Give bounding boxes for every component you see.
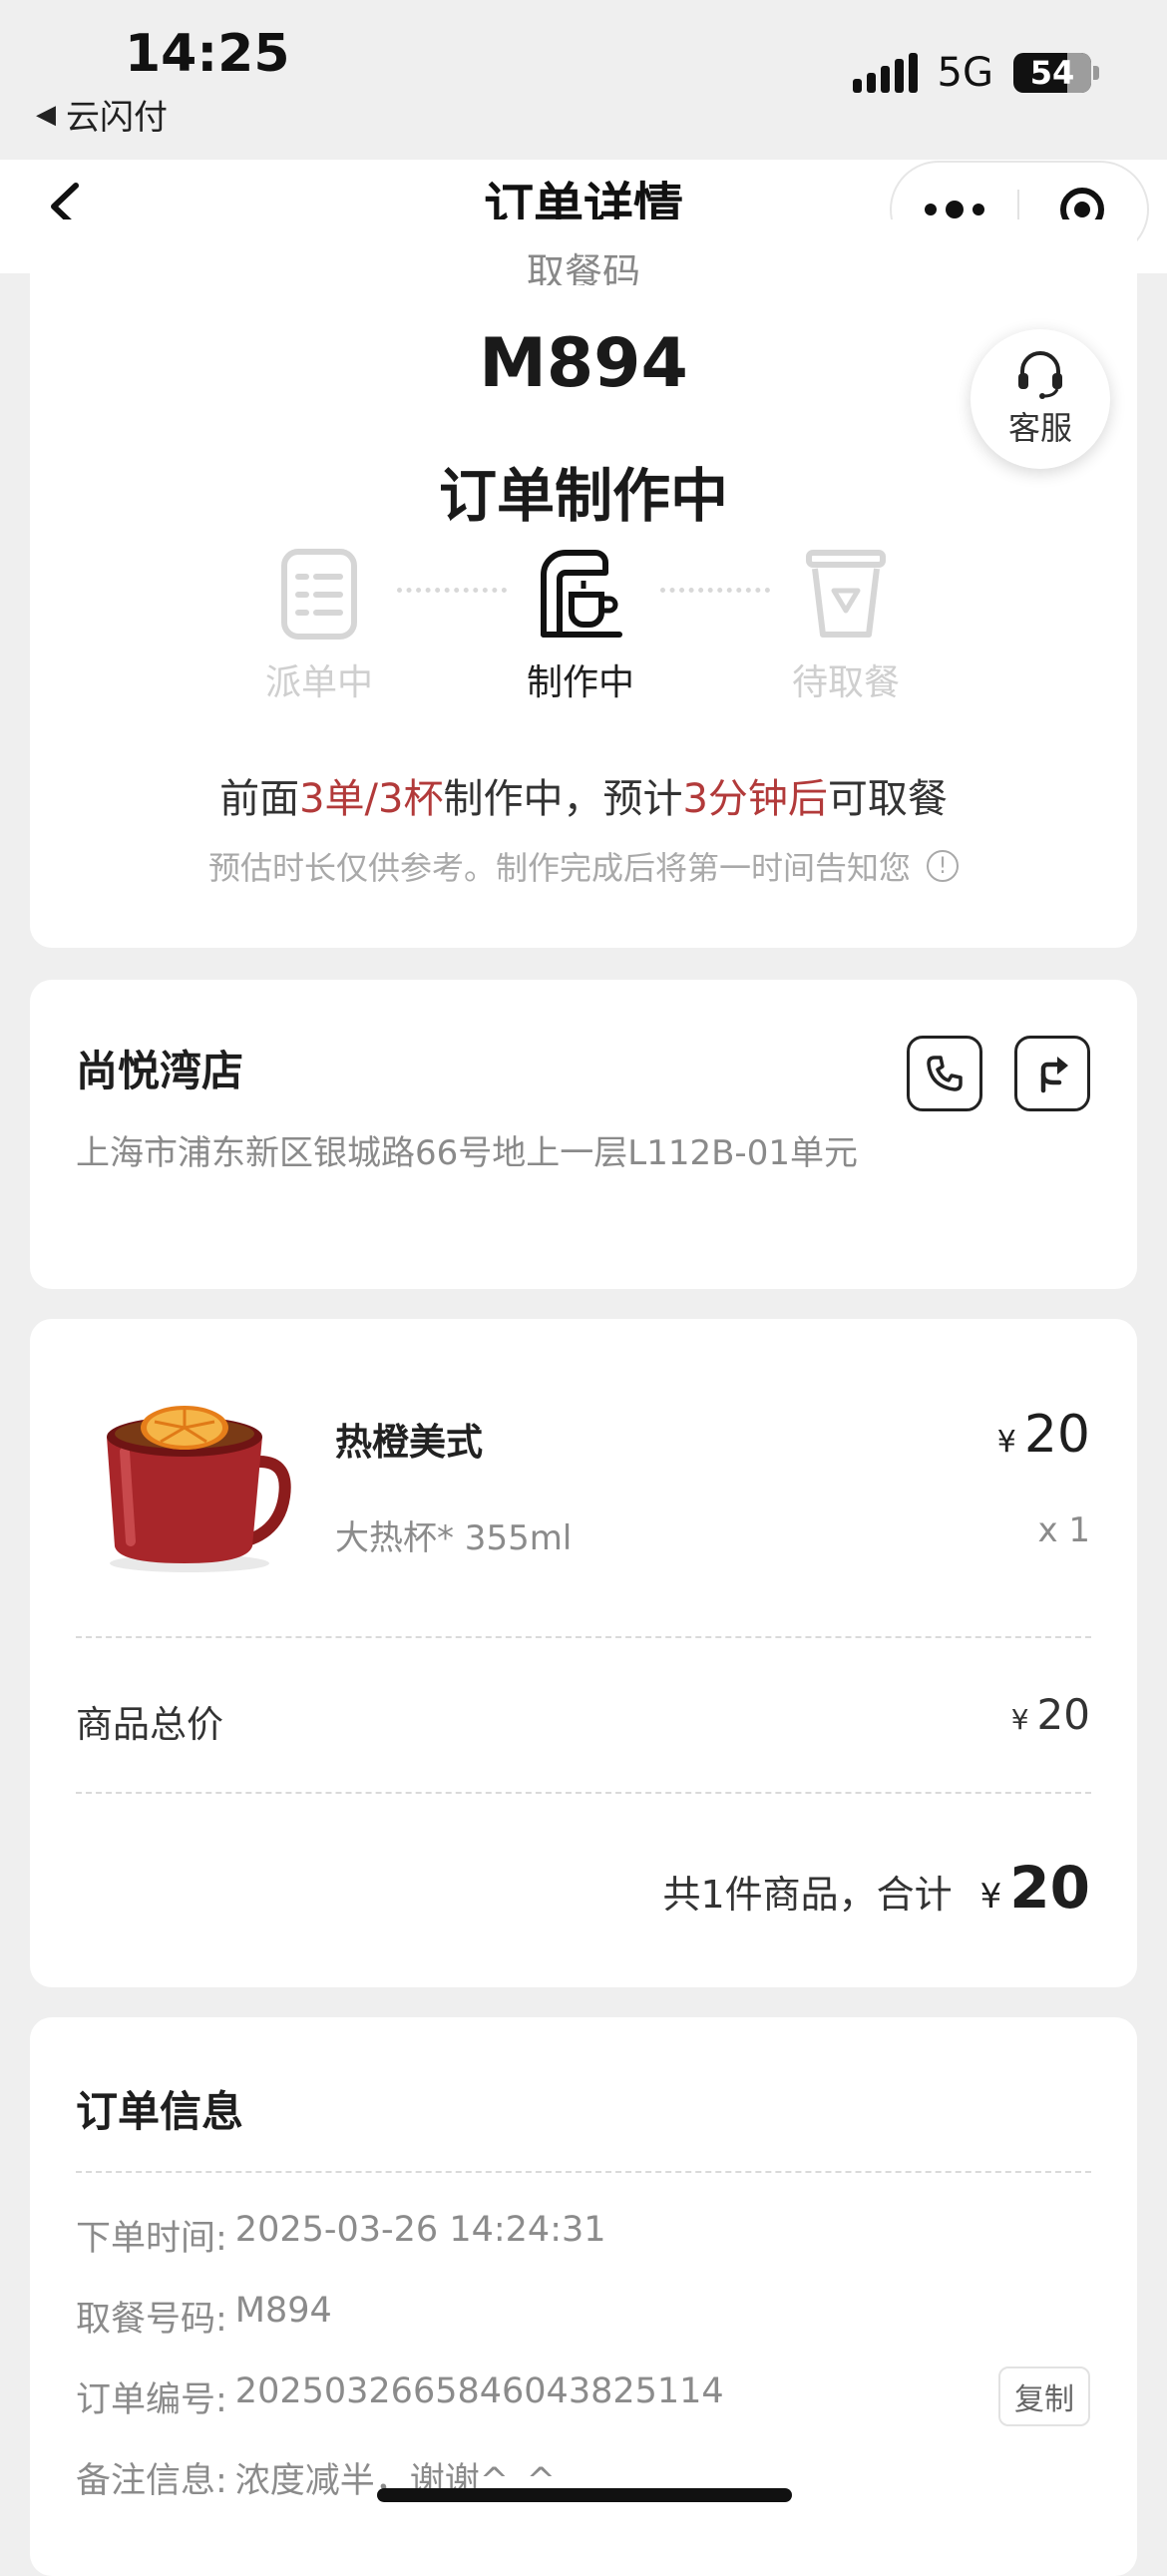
- store-address: 上海市浦东新区银城路66号地上一层L112B-01单元: [76, 1133, 858, 1173]
- total-label: 共1件商品，合计: [662, 1873, 953, 1917]
- currency-symbol: ¥: [996, 1425, 1016, 1460]
- pickup-number-label: 取餐号码:: [76, 2300, 227, 2340]
- divider: [76, 2171, 1091, 2173]
- call-store-button[interactable]: [907, 1036, 982, 1111]
- subtotal-amount: 20: [1036, 1690, 1090, 1739]
- progress-connector: [397, 588, 507, 593]
- step-label-ready: 待取餐: [791, 662, 900, 703]
- navigation-arrow-icon: [1040, 1057, 1068, 1093]
- battery-icon: 54: [1013, 53, 1091, 93]
- queue-count: 3单/3杯: [299, 776, 444, 822]
- product-price-value: 20: [1023, 1405, 1090, 1465]
- divider: [76, 1792, 1091, 1794]
- store-name: 尚悦湾店: [76, 1047, 244, 1095]
- product-name: 热橙美式: [335, 1421, 483, 1464]
- navigate-button[interactable]: [1014, 1036, 1090, 1111]
- order-time-row: 下单时间: 2025-03-26 14:24:31: [76, 2210, 606, 2261]
- wait-prefix: 前面: [219, 776, 300, 822]
- product-quantity: x 1: [1037, 1510, 1090, 1550]
- total-amount: 20: [1009, 1854, 1090, 1922]
- copy-order-number-button[interactable]: 复制: [998, 2366, 1090, 2426]
- subtotal-value: ¥20: [1011, 1690, 1090, 1739]
- pickup-cup-icon: [806, 550, 886, 638]
- subtotal-label: 商品总价: [76, 1703, 223, 1746]
- product-image: [107, 1406, 291, 1572]
- back-app-label: 云闪付: [66, 98, 168, 138]
- back-triangle-icon: ◀: [36, 99, 56, 130]
- headset-icon: [1018, 351, 1062, 399]
- estimate-hint: 预估时长仅供参考。制作完成后将第一时间告知您 !: [0, 843, 1167, 889]
- divider: [76, 1636, 1091, 1638]
- coffee-machine-icon: [541, 550, 622, 638]
- total-value: ¥20: [980, 1854, 1090, 1922]
- order-time-label: 下单时间:: [76, 2219, 227, 2259]
- product-spec: 大热杯* 355ml: [335, 1518, 573, 1558]
- network-label: 5G: [937, 50, 993, 96]
- progress-connector: [660, 588, 770, 593]
- order-state: 订单制作中: [438, 462, 728, 530]
- order-number-row: 订单编号: 2025032665846043825114: [76, 2371, 724, 2422]
- battery-level: 54: [1029, 54, 1075, 92]
- eta-time: 3分钟后: [682, 776, 828, 822]
- signal-icon: [852, 53, 918, 93]
- wait-estimate: 前面3单/3杯制作中，预计3分钟后可取餐: [0, 766, 1167, 824]
- estimate-hint-text: 预估时长仅供参考。制作完成后将第一时间告知您: [207, 849, 911, 887]
- currency-symbol: ¥: [979, 1877, 1002, 1917]
- order-info-title: 订单信息: [76, 2087, 244, 2136]
- pickup-number-row: 取餐号码: M894: [76, 2291, 332, 2342]
- status-indicators: 5G 54: [852, 50, 1099, 96]
- product-price: ¥20: [997, 1405, 1090, 1465]
- step-label-dispatch: 派单中: [264, 662, 373, 703]
- dispatch-order-icon: [281, 549, 357, 640]
- currency-symbol: ¥: [1010, 1703, 1029, 1736]
- pickup-code-label: 取餐码: [526, 250, 640, 285]
- customer-service-label: 客服: [1007, 409, 1072, 447]
- home-indicator[interactable]: [377, 2488, 792, 2502]
- order-number-value: 2025032665846043825114: [234, 2371, 724, 2411]
- customer-service-button[interactable]: 客服: [971, 329, 1110, 469]
- step-label-making: 制作中: [526, 662, 634, 703]
- more-button[interactable]: [892, 201, 1017, 218]
- wait-mid: 制作中，预计: [443, 776, 683, 822]
- info-icon[interactable]: !: [927, 850, 959, 882]
- order-number-label: 订单编号:: [76, 2380, 227, 2420]
- wait-suffix: 可取餐: [827, 776, 948, 822]
- remark-label: 备注信息:: [76, 2461, 227, 2501]
- order-time-value: 2025-03-26 14:24:31: [234, 2210, 606, 2250]
- back-to-app-link[interactable]: ◀ 云闪付: [36, 90, 168, 139]
- status-time: 14:25: [125, 24, 290, 84]
- pickup-number-value: M894: [234, 2291, 332, 2331]
- total-row: 共1件商品，合计 ¥20: [662, 1854, 1090, 1922]
- phone-icon: [927, 1056, 963, 1091]
